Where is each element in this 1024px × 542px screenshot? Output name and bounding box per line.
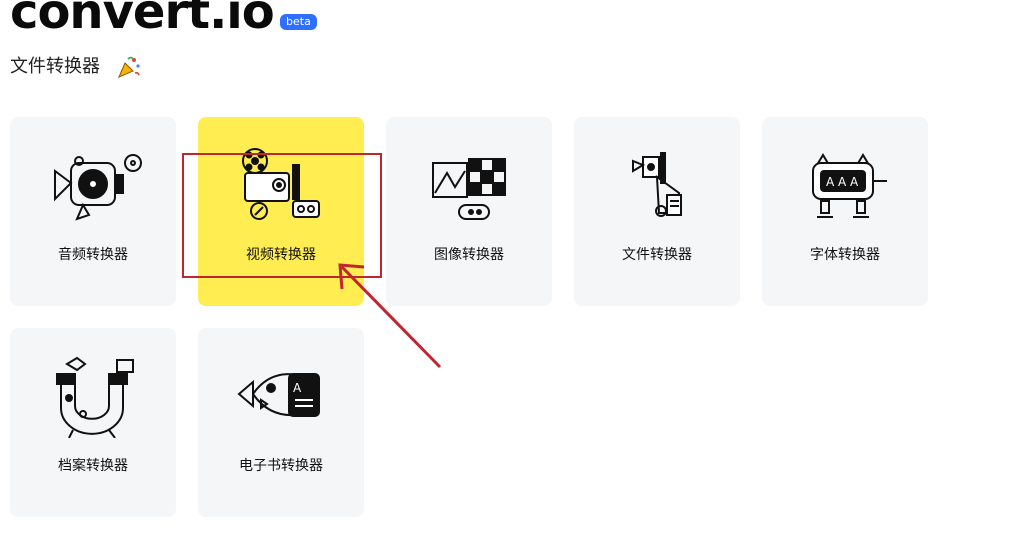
font-robot-icon: A A A (812, 153, 887, 218)
ebook-fish-icon: A (237, 373, 320, 417)
svg-text:A: A (293, 381, 302, 395)
card-label: 字体转换器 (810, 247, 880, 263)
card-archive-converter[interactable]: 档案转换器 (10, 328, 176, 517)
page-subtitle: 文件转换器 (10, 54, 142, 80)
archive-magnet-icon (56, 356, 134, 438)
brand[interactable]: convert.io (10, 0, 275, 40)
subtitle-text: 文件转换器 (10, 56, 100, 77)
document-giraffe-icon (632, 152, 682, 217)
audio-camera-fish-icon (54, 154, 142, 221)
card-label: 档案转换器 (58, 458, 128, 474)
logo-text[interactable]: convert.io (10, 0, 275, 40)
card-audio-converter[interactable]: 音频转换器 (10, 117, 176, 306)
image-grid-icon (432, 158, 506, 220)
card-font-converter[interactable]: A A A 字体转换器 (762, 117, 928, 306)
card-label: 音频转换器 (58, 247, 128, 263)
video-projector-icon (242, 148, 320, 220)
svg-text:A A A: A A A (826, 175, 859, 189)
party-popper-icon (117, 56, 140, 78)
card-label: 电子书转换器 (239, 458, 323, 474)
annotation-arrow-icon (338, 263, 442, 369)
card-document-converter[interactable]: 文件转换器 (574, 117, 740, 306)
beta-badge: beta (280, 14, 317, 30)
card-label: 文件转换器 (622, 247, 692, 263)
